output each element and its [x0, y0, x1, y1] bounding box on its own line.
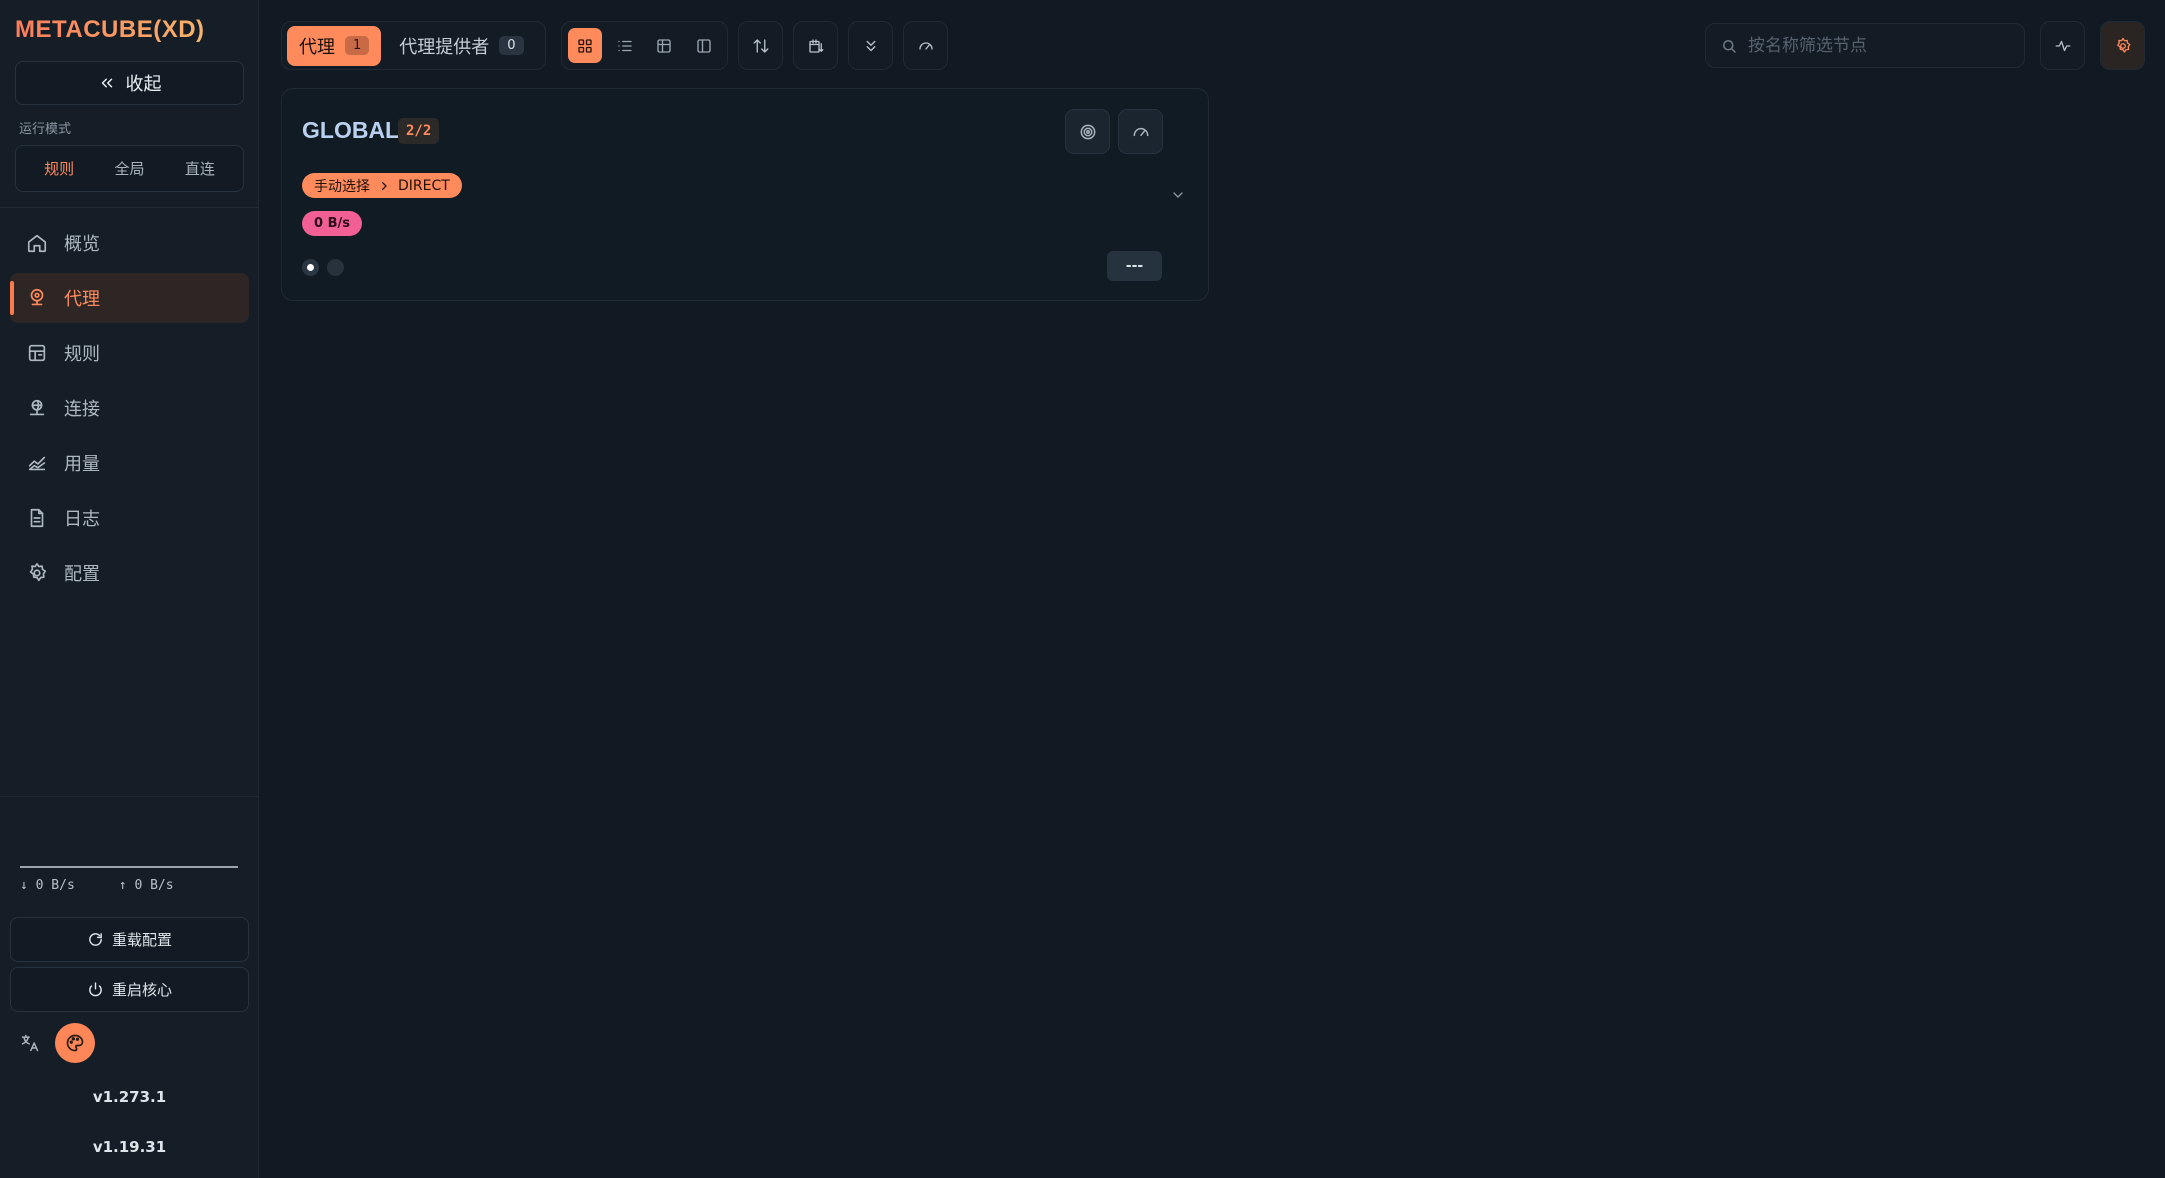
sort-button[interactable]: [738, 21, 783, 70]
proxy-group-card[interactable]: GLOBAL 2/2 手动选择 DIRECT 0 B/s ---: [281, 88, 1209, 301]
tab-label: 代理: [299, 36, 335, 58]
nav-item-traffic[interactable]: 用量: [10, 438, 249, 488]
nav-item-logs[interactable]: 日志: [10, 493, 249, 543]
group-latency-button[interactable]: [1118, 109, 1163, 154]
search-input[interactable]: [1748, 35, 2008, 56]
run-mode-label: 运行模式: [19, 122, 72, 137]
download-speed: ↓ 0 B/s: [20, 878, 75, 893]
group-speed-chip: 0 B/s: [302, 211, 362, 236]
reload-config-button[interactable]: 重载配置: [10, 917, 249, 962]
group-target-button[interactable]: [1065, 109, 1110, 154]
nav-item-label: 日志: [64, 509, 100, 530]
mode-direct[interactable]: 直连: [177, 154, 223, 183]
traffic-sparkline: [20, 866, 238, 868]
latency-test-button[interactable]: [903, 21, 948, 70]
palette-icon: [66, 1034, 84, 1052]
collapse-all-button[interactable]: [848, 21, 893, 70]
latency-badge[interactable]: ---: [1107, 251, 1162, 281]
nav-item-label: 规则: [64, 344, 100, 365]
speedometer-icon: [918, 41, 933, 50]
tab-proxies[interactable]: 代理 1: [287, 25, 382, 66]
proxy-group-name: GLOBAL: [302, 117, 400, 143]
mode-rule[interactable]: 规则: [36, 154, 82, 183]
sidebar: METACUBE(XD) 收起 运行模式 规则 全局 直连 概览 代理 规则 连…: [0, 0, 259, 1178]
main-nav: 概览 代理 规则 连接 用量 日志 配置: [10, 218, 249, 603]
settings-button[interactable]: [2100, 21, 2145, 70]
target-icon: [1080, 124, 1095, 139]
nav-item-config[interactable]: 配置: [10, 548, 249, 598]
divider: [0, 207, 259, 208]
tab-count-badge: 0: [499, 36, 524, 55]
table-view-icon: [657, 38, 672, 53]
chevron-down-icon[interactable]: [1170, 187, 1186, 207]
refresh-icon: [89, 933, 102, 946]
divider: [0, 796, 259, 797]
chevron-right-icon: [381, 181, 387, 190]
gear-icon: [26, 562, 48, 584]
run-mode-selector: 规则 全局 直连: [15, 145, 244, 192]
mode-global[interactable]: 全局: [106, 154, 152, 183]
ui-version: v1.273.1: [92, 1088, 167, 1106]
nav-item-overview[interactable]: 概览: [10, 218, 249, 268]
list-view-button[interactable]: [608, 28, 642, 63]
proxy-node-dot-selected[interactable]: [302, 259, 319, 276]
activity-button[interactable]: [2040, 21, 2085, 70]
nav-item-label: 配置: [64, 564, 100, 585]
tab-count-badge: 1: [345, 36, 370, 55]
brand-logo: METACUBE(XD): [15, 16, 205, 43]
calendar-filter-icon: [808, 38, 823, 53]
language-icon[interactable]: [20, 1033, 40, 1057]
selection-type: 手动选择: [314, 178, 370, 195]
selection-chip: 手动选择 DIRECT: [302, 173, 462, 198]
search-box: [1705, 23, 2025, 68]
rules-icon: [26, 342, 48, 364]
traffic-chart-icon: [26, 452, 48, 474]
sidebar-view-icon: [697, 38, 711, 53]
current-proxy: DIRECT: [398, 177, 450, 194]
grid-view-icon: [578, 38, 592, 53]
nav-item-label: 概览: [64, 234, 100, 255]
restart-core-label: 重启核心: [111, 981, 172, 999]
nav-item-label: 连接: [64, 399, 100, 420]
home-icon: [26, 232, 48, 254]
proxy-count-badge: 2/2: [398, 118, 440, 144]
tab-label: 代理提供者: [399, 36, 490, 58]
sidebar-view-button[interactable]: [687, 28, 721, 63]
nav-item-connections[interactable]: 连接: [10, 383, 249, 433]
speedometer-icon: [1133, 127, 1148, 136]
double-chevron-left-icon: [101, 78, 112, 88]
table-view-button[interactable]: [648, 28, 682, 63]
tab-proxy-providers[interactable]: 代理提供者 0: [387, 26, 535, 66]
theme-palette-button[interactable]: [55, 1023, 95, 1063]
grid-view-button[interactable]: [568, 28, 602, 63]
collapse-sidebar-button[interactable]: 收起: [15, 61, 244, 105]
nav-item-proxies[interactable]: 代理: [10, 273, 249, 323]
list-view-icon: [617, 40, 632, 51]
proxy-globe-icon: [26, 287, 48, 309]
nav-item-label: 用量: [64, 454, 100, 475]
sort-arrows-icon: [753, 38, 768, 53]
view-mode-selector: [561, 21, 728, 70]
upload-speed: ↑ 0 B/s: [118, 878, 174, 893]
power-icon: [89, 982, 102, 997]
collapse-label: 收起: [125, 74, 162, 95]
proxy-node-dot[interactable]: [327, 259, 344, 276]
core-version: v1.19.31: [92, 1138, 167, 1156]
search-icon: [1723, 39, 1736, 53]
nav-item-rules[interactable]: 规则: [10, 328, 249, 378]
gear-icon: [2116, 37, 2130, 53]
restart-core-button[interactable]: 重启核心: [10, 967, 249, 1012]
activity-pulse-icon: [2055, 40, 2070, 51]
filter-button[interactable]: [793, 21, 838, 70]
traffic-speed: ↓ 0 B/s ↑ 0 B/s: [20, 878, 174, 893]
connections-icon: [26, 397, 48, 419]
nav-item-label: 代理: [64, 289, 100, 310]
log-file-icon: [26, 507, 48, 529]
double-chevron-down-icon: [866, 40, 875, 51]
proxy-tabs: 代理 1 代理提供者 0: [281, 21, 546, 70]
reload-config-label: 重载配置: [111, 931, 172, 949]
